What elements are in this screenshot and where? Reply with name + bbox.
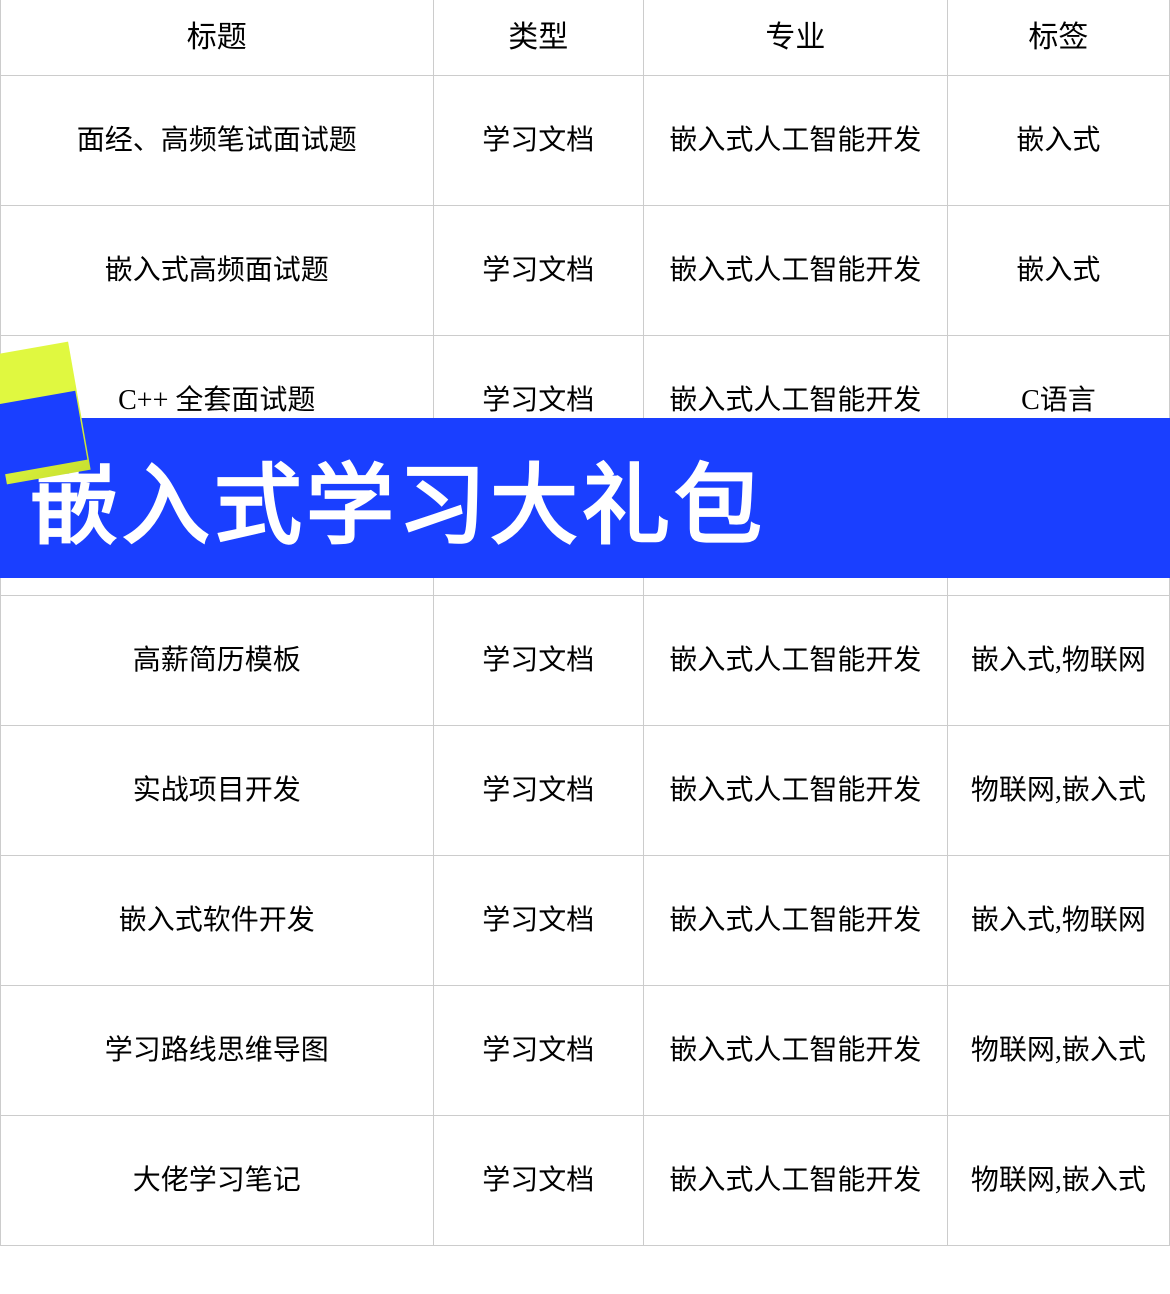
table-row: 嵌入式高频面试题 学习文档 嵌入式人工智能开发 嵌入式	[1, 206, 1170, 336]
cell-type: 学习文档	[433, 726, 643, 856]
cell-major: 嵌入式人工智能开发	[643, 596, 947, 726]
cell-title: 面经、高频笔试面试题	[1, 76, 434, 206]
table-row: 学习路线思维导图 学习文档 嵌入式人工智能开发 物联网,嵌入式	[1, 986, 1170, 1116]
cell-type: 学习文档	[433, 1116, 643, 1246]
cell-major: 嵌入式人工智能开发	[643, 986, 947, 1116]
table-row: 实战项目开发 学习文档 嵌入式人工智能开发 物联网,嵌入式	[1, 726, 1170, 856]
cell-major: 嵌入式人工智能开发	[643, 206, 947, 336]
banner-overlay: 嵌入式学习大礼包	[0, 418, 1170, 578]
cell-tag: 物联网,嵌入式	[947, 1116, 1169, 1246]
cell-title: 大佬学习笔记	[1, 1116, 434, 1246]
cell-tag: 嵌入式	[947, 76, 1169, 206]
cell-type: 学习文档	[433, 206, 643, 336]
cell-major: 嵌入式人工智能开发	[643, 856, 947, 986]
cell-tag: 嵌入式,物联网	[947, 856, 1169, 986]
header-tag: 标签	[947, 0, 1169, 76]
main-table: 标题 类型 专业 标签 面经、高频笔试面试题 学习文档 嵌入式人工智能开发 嵌入…	[0, 0, 1170, 1246]
cell-type: 学习文档	[433, 986, 643, 1116]
table-header-row: 标题 类型 专业 标签	[1, 0, 1170, 76]
cell-tag: 物联网,嵌入式	[947, 986, 1169, 1116]
cell-type: 学习文档	[433, 596, 643, 726]
table-row: 嵌入式软件开发 学习文档 嵌入式人工智能开发 嵌入式,物联网	[1, 856, 1170, 986]
banner-text: 嵌入式学习大礼包	[30, 435, 766, 562]
table-row: 面经、高频笔试面试题 学习文档 嵌入式人工智能开发 嵌入式	[1, 76, 1170, 206]
cell-major: 嵌入式人工智能开发	[643, 726, 947, 856]
table-wrapper: 嵌入式学习大礼包 标题 类型 专业 标签 面经、高频笔试面试题 学习文档 嵌入式…	[0, 0, 1170, 1246]
cell-title: 实战项目开发	[1, 726, 434, 856]
cell-major: 嵌入式人工智能开发	[643, 1116, 947, 1246]
cell-title: 学习路线思维导图	[1, 986, 434, 1116]
cell-title: 高薪简历模板	[1, 596, 434, 726]
table-row: 大佬学习笔记 学习文档 嵌入式人工智能开发 物联网,嵌入式	[1, 1116, 1170, 1246]
header-title: 标题	[1, 0, 434, 76]
header-type: 类型	[433, 0, 643, 76]
cell-type: 学习文档	[433, 856, 643, 986]
cell-tag: 嵌入式,物联网	[947, 596, 1169, 726]
cell-title: 嵌入式高频面试题	[1, 206, 434, 336]
header-major: 专业	[643, 0, 947, 76]
cell-tag: 物联网,嵌入式	[947, 726, 1169, 856]
cell-title: 嵌入式软件开发	[1, 856, 434, 986]
cell-tag: 嵌入式	[947, 206, 1169, 336]
table-row: 高薪简历模板 学习文档 嵌入式人工智能开发 嵌入式,物联网	[1, 596, 1170, 726]
cell-type: 学习文档	[433, 76, 643, 206]
cell-major: 嵌入式人工智能开发	[643, 76, 947, 206]
